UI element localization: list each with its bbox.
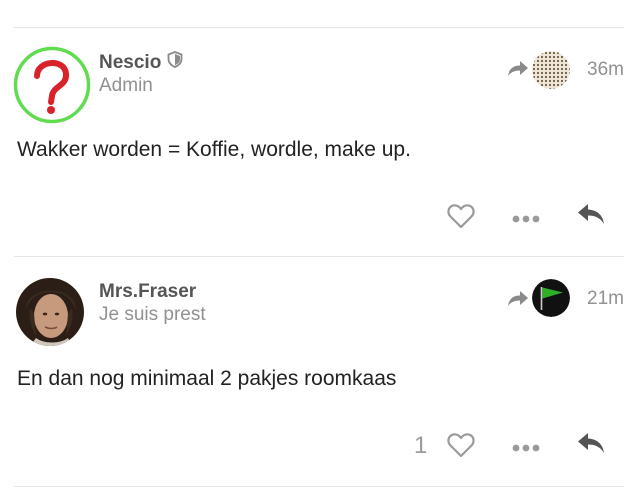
reply-to-avatar[interactable]	[532, 51, 570, 89]
shield-icon	[167, 51, 183, 74]
reply-to-arrow-icon	[507, 59, 529, 77]
avatar-nescio[interactable]	[13, 46, 91, 124]
like-button[interactable]	[447, 432, 475, 458]
username-nescio[interactable]: Nescio	[99, 51, 183, 74]
heart-icon	[447, 433, 475, 458]
username-label[interactable]: Mrs.Fraser	[99, 281, 196, 303]
post-time[interactable]: 21m	[587, 288, 624, 310]
reply-icon	[578, 204, 604, 224]
ellipsis-icon	[512, 444, 540, 452]
heart-icon	[447, 204, 475, 229]
reply-to-avatar[interactable]	[532, 279, 570, 317]
post-time[interactable]: 36m	[587, 59, 624, 81]
reply-icon	[578, 433, 604, 453]
more-options-button[interactable]	[512, 211, 540, 223]
reply-to-arrow-icon	[507, 289, 529, 307]
divider-middle	[14, 256, 624, 257]
like-button[interactable]	[447, 203, 475, 229]
username-label[interactable]: Nescio	[99, 52, 161, 74]
like-count[interactable]: 1	[414, 432, 427, 460]
post-content: Wakker worden = Koffie, wordle, make up.	[17, 138, 411, 161]
divider-top	[14, 27, 624, 28]
avatar-mrs-fraser[interactable]	[16, 278, 84, 346]
reply-button[interactable]	[577, 203, 605, 227]
divider-bottom	[14, 486, 624, 487]
more-options-button[interactable]	[512, 440, 540, 452]
user-title-mrs-fraser: Je suis prest	[99, 304, 206, 325]
reply-button[interactable]	[577, 432, 605, 456]
username-mrs-fraser[interactable]: Mrs.Fraser	[99, 281, 196, 303]
user-title-nescio: Admin	[99, 75, 153, 96]
post-content: En dan nog minimaal 2 pakjes roomkaas	[17, 367, 397, 390]
ellipsis-icon	[512, 215, 540, 223]
